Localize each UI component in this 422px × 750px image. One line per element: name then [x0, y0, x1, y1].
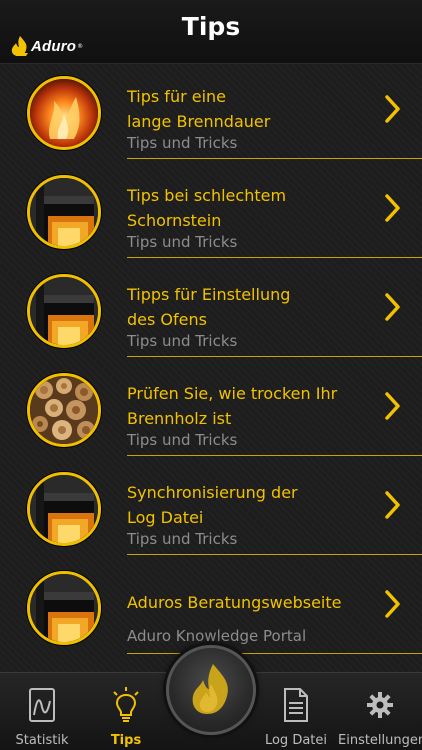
logo-registered-mark: ®	[77, 42, 84, 50]
chevron-right-icon	[385, 491, 400, 519]
tip-row-stove-settings[interactable]: Tipps für Einstellung des Ofens Tips und…	[0, 262, 422, 361]
lightbulb-icon	[113, 687, 139, 722]
tip-row-long-burn[interactable]: Tips für eine lange Brenndauer Tips und …	[0, 64, 422, 163]
tip-row-log-sync[interactable]: Synchronisierung der Log Datei Tips und …	[0, 460, 422, 559]
stove-photo-icon	[30, 574, 98, 642]
tip-title-line2: des Ofens	[127, 309, 207, 329]
tip-title-line1: Tips für eine	[127, 87, 227, 106]
tip-subtitle: Tips und Tricks	[127, 134, 238, 152]
tip-subtitle: Tips und Tricks	[127, 530, 238, 548]
tab-log-datei[interactable]: Log Datei	[254, 673, 338, 750]
tip-row-chimney[interactable]: Tips bei schlechtem Schornstein Tips und…	[0, 163, 422, 262]
tab-label: Statistik	[15, 733, 69, 748]
tip-subtitle: Aduro Knowledge Portal	[127, 627, 307, 645]
row-divider	[127, 653, 422, 654]
stove-photo-thumbnail	[27, 274, 101, 348]
firewood-photo-thumbnail	[27, 373, 101, 447]
tip-title: Aduros Beratungswebseite	[127, 591, 377, 616]
flame-photo-icon	[30, 79, 98, 147]
tip-title: Tips für eine lange Brenndauer	[127, 85, 377, 134]
tip-title-line1: Synchronisierung der	[127, 483, 298, 502]
chevron-right-icon	[385, 392, 400, 420]
stove-photo-icon	[30, 475, 98, 543]
page-title: Tips	[181, 12, 241, 41]
stove-photo-thumbnail	[27, 175, 101, 249]
stove-photo-icon	[30, 178, 98, 246]
tab-label: Log Datei	[264, 733, 328, 748]
row-divider	[127, 257, 422, 258]
tip-title-line2: Brennholz ist	[127, 408, 232, 428]
tab-einstellungen[interactable]: Einstellungen	[338, 673, 422, 750]
tip-subtitle: Tips und Tricks	[127, 233, 238, 251]
tip-title: Synchronisierung der Log Datei	[127, 481, 377, 530]
tip-subtitle: Tips und Tricks	[127, 332, 238, 350]
tips-list: Tips für eine lange Brenndauer Tips und …	[0, 64, 422, 672]
stove-photo-thumbnail	[27, 571, 101, 645]
chevron-right-icon	[385, 95, 400, 123]
tip-row-knowledge-portal[interactable]: Aduros Beratungswebseite Aduro Knowledge…	[0, 559, 422, 658]
document-icon	[284, 688, 308, 722]
chevron-right-icon	[385, 293, 400, 321]
tip-title-line1: Aduros Beratungswebseite	[127, 593, 342, 612]
stove-photo-thumbnail	[27, 472, 101, 546]
tab-label: Einstellungen	[338, 733, 422, 748]
tip-title-line1: Prüfen Sie, wie trocken Ihr	[127, 384, 338, 403]
tip-title: Prüfen Sie, wie trocken Ihr Brennholz is…	[127, 382, 377, 431]
tip-title-line2: Log Datei	[127, 507, 204, 527]
chevron-right-icon	[385, 194, 400, 222]
row-divider	[127, 455, 422, 456]
tip-title: Tips bei schlechtem Schornstein	[127, 184, 377, 233]
flame-icon	[192, 664, 228, 714]
tip-title-line1: Tipps für Einstellung	[127, 285, 291, 304]
tip-title-line1: Tips bei schlechtem	[127, 186, 287, 205]
row-divider	[127, 554, 422, 555]
tip-title: Tipps für Einstellung des Ofens	[127, 283, 377, 332]
tip-title-line2: lange Brenndauer	[127, 111, 271, 131]
row-divider	[127, 158, 422, 159]
chevron-right-icon	[385, 590, 400, 618]
tip-row-firewood[interactable]: Prüfen Sie, wie trocken Ihr Brennholz is…	[0, 361, 422, 460]
tab-statistik[interactable]: Statistik	[0, 673, 84, 750]
tip-title-line2: Schornstein	[127, 210, 222, 230]
row-divider	[127, 356, 422, 357]
chart-document-icon	[29, 688, 55, 722]
stove-photo-icon	[30, 277, 98, 345]
header-bar: Aduro ® Tips	[0, 0, 422, 64]
flame-photo-thumbnail	[27, 76, 101, 150]
firewood-photo-icon	[30, 376, 98, 444]
tip-subtitle: Tips und Tricks	[127, 431, 238, 449]
tab-label: Tips	[110, 733, 142, 748]
gear-icon	[367, 692, 393, 718]
flame-center-button[interactable]	[166, 645, 256, 735]
tab-tips[interactable]: Tips	[84, 673, 168, 750]
